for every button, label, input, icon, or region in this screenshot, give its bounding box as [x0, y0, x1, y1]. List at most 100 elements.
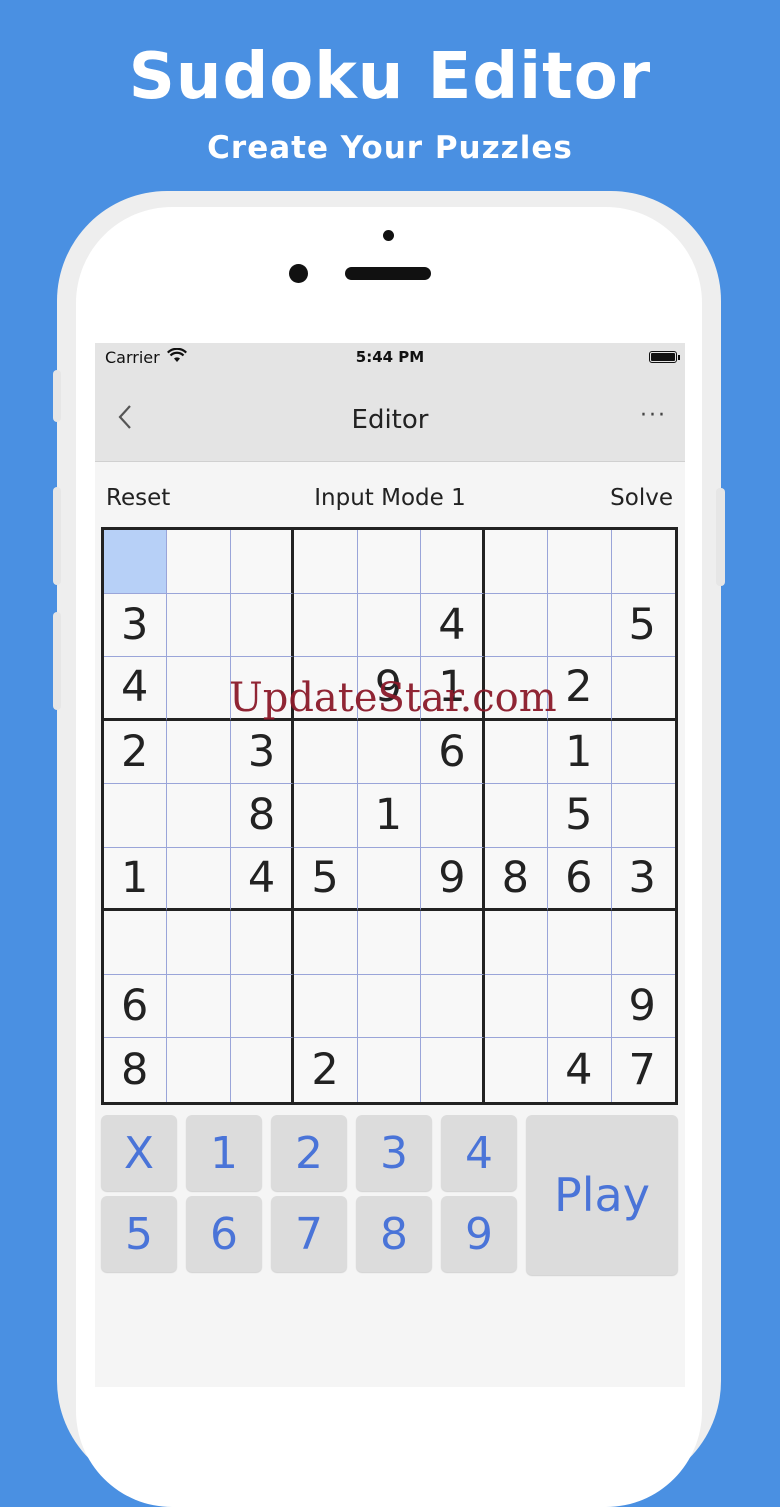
sudoku-cell-r2c4[interactable] [294, 593, 358, 658]
sudoku-cell-r3c2[interactable] [167, 657, 231, 721]
sudoku-cell-r5c9[interactable] [611, 784, 675, 848]
number-key-7[interactable]: 7 [271, 1196, 347, 1272]
sudoku-cell-r2c8[interactable] [548, 593, 612, 658]
sudoku-cell-r7c5[interactable] [357, 911, 422, 975]
sudoku-cell-r6c7[interactable]: 8 [484, 847, 549, 912]
sudoku-cell-r7c7[interactable] [484, 911, 549, 975]
battery-icon [649, 351, 677, 363]
sudoku-cell-r1c4[interactable] [294, 530, 358, 594]
phone-volume-down [53, 612, 61, 710]
sudoku-cell-r6c5[interactable] [357, 847, 422, 912]
sudoku-cell-r5c1[interactable] [104, 784, 168, 848]
sudoku-cell-r5c8[interactable]: 5 [548, 784, 612, 848]
sudoku-cell-r9c6[interactable] [421, 1038, 485, 1102]
sudoku-cell-r4c9[interactable] [611, 721, 675, 785]
sudoku-cell-r6c2[interactable] [167, 847, 231, 912]
clear-key[interactable]: X [101, 1115, 177, 1191]
number-key-9[interactable]: 9 [441, 1196, 517, 1272]
sudoku-cell-r7c6[interactable] [421, 911, 485, 975]
sudoku-cell-r4c3[interactable]: 3 [230, 720, 295, 785]
sudoku-cell-r5c4[interactable] [294, 784, 358, 848]
sudoku-cell-r1c2[interactable] [167, 530, 231, 594]
sudoku-cell-r2c9[interactable]: 5 [611, 594, 675, 658]
solve-button[interactable]: Solve [610, 485, 673, 511]
sudoku-cell-r2c5[interactable] [357, 593, 422, 658]
sudoku-cell-r3c9[interactable] [611, 657, 675, 721]
sudoku-cell-r8c4[interactable] [294, 974, 358, 1039]
sudoku-cell-r2c6[interactable]: 4 [421, 593, 485, 658]
sudoku-cell-r4c2[interactable] [167, 720, 231, 785]
sudoku-cell-r8c7[interactable] [484, 974, 549, 1039]
sudoku-cell-r2c2[interactable] [167, 593, 231, 658]
sudoku-cell-r7c9[interactable] [611, 911, 675, 975]
sudoku-cell-r9c1[interactable]: 8 [104, 1038, 168, 1102]
earpiece-speaker [345, 267, 431, 280]
number-key-3[interactable]: 3 [356, 1115, 432, 1191]
status-time: 5:44 PM [355, 348, 425, 366]
sudoku-cell-r5c5[interactable]: 1 [357, 784, 422, 848]
sudoku-cell-r3c8[interactable]: 2 [548, 657, 612, 721]
sudoku-cell-r8c6[interactable] [421, 974, 485, 1039]
sudoku-cell-r4c1[interactable]: 2 [104, 720, 168, 785]
battery-tip [678, 355, 680, 360]
sudoku-cell-r4c4[interactable] [294, 720, 358, 785]
sudoku-cell-r3c1[interactable]: 4 [104, 657, 168, 721]
sudoku-cell-r1c3[interactable] [230, 530, 295, 594]
sudoku-cell-r7c8[interactable] [548, 911, 612, 975]
sudoku-cell-r9c2[interactable] [167, 1038, 231, 1102]
sudoku-cell-r4c7[interactable] [484, 720, 549, 785]
sudoku-cell-r9c3[interactable] [231, 1038, 295, 1102]
phone-power-button [716, 488, 725, 586]
sudoku-cell-r1c1[interactable] [104, 530, 168, 594]
sudoku-cell-r9c5[interactable] [358, 1038, 422, 1102]
sudoku-cell-r8c5[interactable] [357, 974, 422, 1039]
number-key-1[interactable]: 1 [186, 1115, 262, 1191]
sudoku-cell-r5c7[interactable] [484, 784, 549, 848]
sudoku-cell-r6c8[interactable]: 6 [548, 847, 612, 912]
number-key-5[interactable]: 5 [101, 1196, 177, 1272]
number-key-2[interactable]: 2 [271, 1115, 347, 1191]
number-keypad: Play X1234 56789 [101, 1115, 678, 1280]
sudoku-cell-r9c8[interactable]: 4 [548, 1038, 612, 1102]
navigation-bar: Editor ··· [95, 373, 685, 462]
play-button[interactable]: Play [526, 1115, 678, 1275]
sudoku-cell-r1c9[interactable] [611, 530, 675, 594]
input-mode-button[interactable]: Input Mode 1 [95, 485, 685, 511]
sudoku-cell-r2c1[interactable]: 3 [104, 593, 168, 658]
number-key-6[interactable]: 6 [186, 1196, 262, 1272]
sudoku-cell-r8c9[interactable]: 9 [611, 975, 675, 1039]
sudoku-cell-r8c3[interactable] [230, 974, 295, 1039]
sudoku-cell-r1c6[interactable] [421, 530, 485, 594]
sudoku-cell-r9c7[interactable] [485, 1038, 549, 1102]
sudoku-cell-r6c9[interactable]: 3 [611, 848, 675, 912]
number-key-8[interactable]: 8 [356, 1196, 432, 1272]
sudoku-cell-r2c3[interactable] [230, 593, 295, 658]
sudoku-cell-r9c4[interactable]: 2 [294, 1038, 358, 1102]
sudoku-cell-r4c6[interactable]: 6 [421, 720, 485, 785]
sudoku-cell-r9c9[interactable]: 7 [612, 1038, 675, 1102]
number-key-4[interactable]: 4 [441, 1115, 517, 1191]
sudoku-cell-r5c2[interactable] [167, 784, 231, 848]
sudoku-cell-r7c2[interactable] [167, 911, 231, 975]
sudoku-cell-r1c7[interactable] [484, 530, 549, 594]
sudoku-cell-r7c1[interactable] [104, 911, 168, 975]
sudoku-cell-r1c5[interactable] [357, 530, 422, 594]
sudoku-cell-r7c4[interactable] [294, 911, 358, 975]
sudoku-cell-r4c5[interactable] [357, 720, 422, 785]
sudoku-cell-r8c8[interactable] [548, 974, 612, 1039]
sudoku-cell-r1c8[interactable] [548, 530, 612, 594]
sudoku-cell-r6c4[interactable]: 5 [294, 847, 358, 912]
sudoku-cell-r7c3[interactable] [230, 911, 295, 975]
phone-side-button [53, 370, 61, 422]
sudoku-cell-r5c6[interactable] [421, 784, 485, 848]
sudoku-cell-r8c1[interactable]: 6 [104, 974, 168, 1039]
sudoku-cell-r5c3[interactable]: 8 [230, 784, 295, 848]
more-options-icon[interactable]: ··· [640, 403, 667, 428]
sudoku-cell-r8c2[interactable] [167, 974, 231, 1039]
sudoku-cell-r6c3[interactable]: 4 [230, 847, 295, 912]
sudoku-cell-r6c1[interactable]: 1 [104, 847, 168, 912]
sudoku-cell-r4c8[interactable]: 1 [548, 720, 612, 785]
sudoku-grid: 345491223618151459863698247 [101, 527, 678, 1105]
sudoku-cell-r6c6[interactable]: 9 [421, 847, 485, 912]
sudoku-cell-r2c7[interactable] [484, 593, 549, 658]
